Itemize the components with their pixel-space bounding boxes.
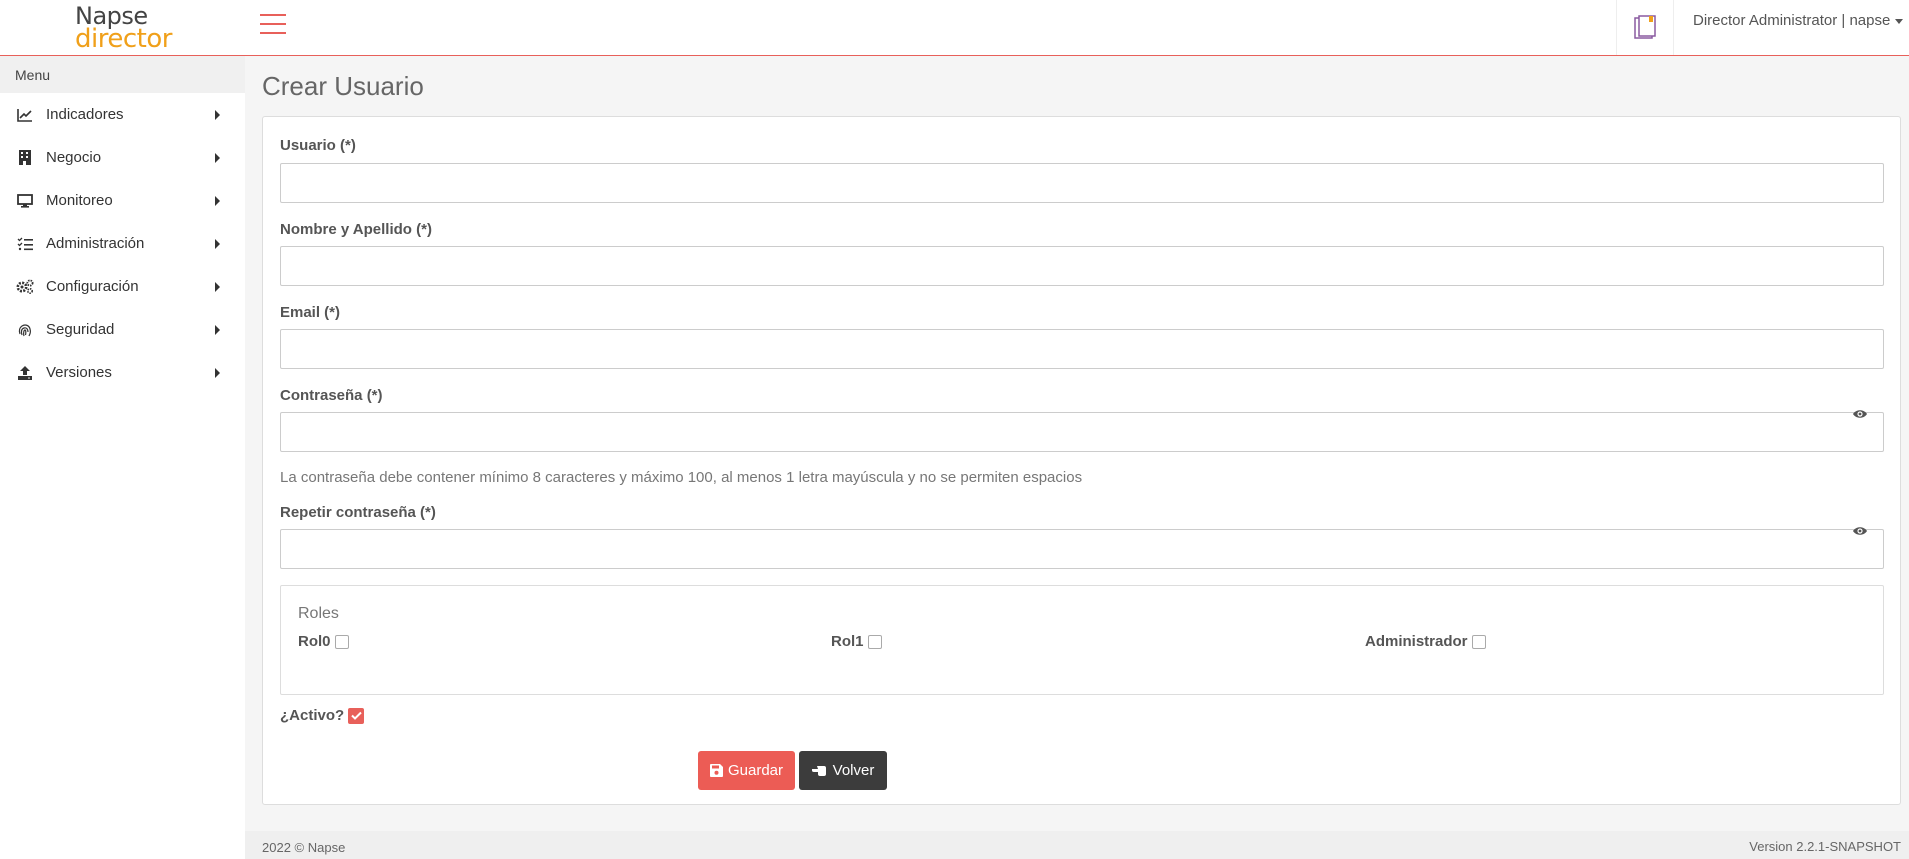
- caret-right-icon: [215, 282, 220, 292]
- role-administrador-checkbox[interactable]: [1471, 634, 1486, 649]
- eye-icon[interactable]: [1852, 407, 1868, 419]
- password-label: Contraseña (*): [280, 387, 383, 404]
- sidebar-item-label: Administración: [46, 235, 145, 252]
- napse-director-logo[interactable]: Napse director: [75, 2, 172, 54]
- upload-icon: [16, 365, 34, 381]
- sidebar-item-negocio[interactable]: Negocio: [0, 136, 245, 179]
- roles-legend: Roles: [298, 605, 339, 622]
- sidebar-item-indicadores[interactable]: Indicadores: [0, 93, 245, 136]
- repeat-password-label: Repetir contraseña (*): [280, 504, 436, 521]
- check-icon: [350, 711, 362, 720]
- email-input[interactable]: [280, 329, 1884, 369]
- activo-field: ¿Activo?: [280, 707, 365, 724]
- page-title: Crear Usuario: [262, 71, 424, 101]
- create-user-form: Usuario (*) Nombre y Apellido (*) Email …: [262, 116, 1901, 805]
- password-help-text: La contraseña debe contener mínimo 8 car…: [280, 469, 1083, 486]
- top-header: Napse director Director Administrator | …: [0, 0, 1909, 56]
- sidebar-item-versiones[interactable]: Versiones: [0, 351, 245, 394]
- role-label: Rol0: [298, 633, 331, 650]
- building-icon: [16, 150, 34, 166]
- role-rol0: Rol0: [298, 633, 349, 650]
- activo-label: ¿Activo?: [280, 707, 345, 724]
- caret-right-icon: [215, 153, 220, 163]
- nombre-apellido-input[interactable]: [280, 246, 1884, 286]
- nombre-label: Nombre y Apellido (*): [280, 221, 432, 238]
- chart-line-icon: [16, 107, 34, 123]
- activo-checkbox[interactable]: [348, 707, 365, 724]
- role-rol0-checkbox[interactable]: [334, 634, 349, 649]
- sidebar: Menu Indicadores Negocio Monitoreo Admin…: [0, 56, 245, 859]
- user-menu-dropdown[interactable]: Director Administrator | napse: [1693, 12, 1904, 29]
- sidebar-item-label: Negocio: [46, 149, 102, 166]
- tasks-icon: [16, 236, 34, 252]
- back-button[interactable]: Volver: [799, 751, 887, 790]
- save-button[interactable]: Guardar: [698, 751, 795, 790]
- caret-right-icon: [215, 239, 220, 249]
- caret-down-icon: [1895, 18, 1904, 24]
- role-label: Rol1: [831, 633, 864, 650]
- sidebar-item-label: Indicadores: [46, 106, 124, 123]
- back-button-label: Volver: [832, 762, 875, 779]
- caret-right-icon: [215, 325, 220, 335]
- role-rol1-checkbox[interactable]: [867, 634, 882, 649]
- logo-line2: director: [75, 24, 172, 54]
- sidebar-item-label: Configuración: [46, 278, 139, 295]
- role-rol1: Rol1: [831, 633, 882, 650]
- hand-pointer-left-icon: [811, 765, 826, 776]
- role-label: Administrador: [1365, 633, 1468, 650]
- sidebar-item-administracion[interactable]: Administración: [0, 222, 245, 265]
- sidebar-item-seguridad[interactable]: Seguridad: [0, 308, 245, 351]
- sidebar-item-label: Versiones: [46, 364, 112, 381]
- sidebar-item-label: Seguridad: [46, 321, 115, 338]
- usuario-label: Usuario (*): [280, 137, 356, 154]
- password-input[interactable]: [280, 412, 1884, 452]
- footer-version: Version 2.2.1-SNAPSHOT: [1749, 839, 1901, 854]
- usuario-input[interactable]: [280, 163, 1884, 203]
- caret-right-icon: [215, 110, 220, 120]
- desktop-icon: [16, 193, 34, 209]
- sidebar-item-configuracion[interactable]: Configuración: [0, 265, 245, 308]
- book-icon[interactable]: [1616, 0, 1674, 55]
- cogs-icon: [16, 279, 34, 295]
- email-label: Email (*): [280, 304, 341, 321]
- hamburger-menu-icon[interactable]: [260, 14, 288, 36]
- floppy-disk-icon: [709, 764, 723, 777]
- eye-icon[interactable]: [1852, 524, 1868, 536]
- roles-fieldset: Roles Rol0 Rol1 Administrador: [280, 585, 1884, 695]
- save-button-label: Guardar: [727, 762, 784, 779]
- user-menu-label: Director Administrator | napse: [1693, 12, 1891, 29]
- footer: 2022 © Napse Version 2.2.1-SNAPSHOT: [245, 831, 1909, 859]
- caret-right-icon: [215, 196, 220, 206]
- fingerprint-icon: [16, 322, 34, 338]
- sidebar-heading: Menu: [0, 56, 245, 93]
- footer-copyright: 2022 © Napse: [262, 840, 346, 855]
- role-administrador: Administrador: [1365, 633, 1486, 650]
- caret-right-icon: [215, 368, 220, 378]
- sidebar-item-monitoreo[interactable]: Monitoreo: [0, 179, 245, 222]
- repeat-password-input[interactable]: [280, 529, 1884, 569]
- sidebar-item-label: Monitoreo: [46, 192, 113, 209]
